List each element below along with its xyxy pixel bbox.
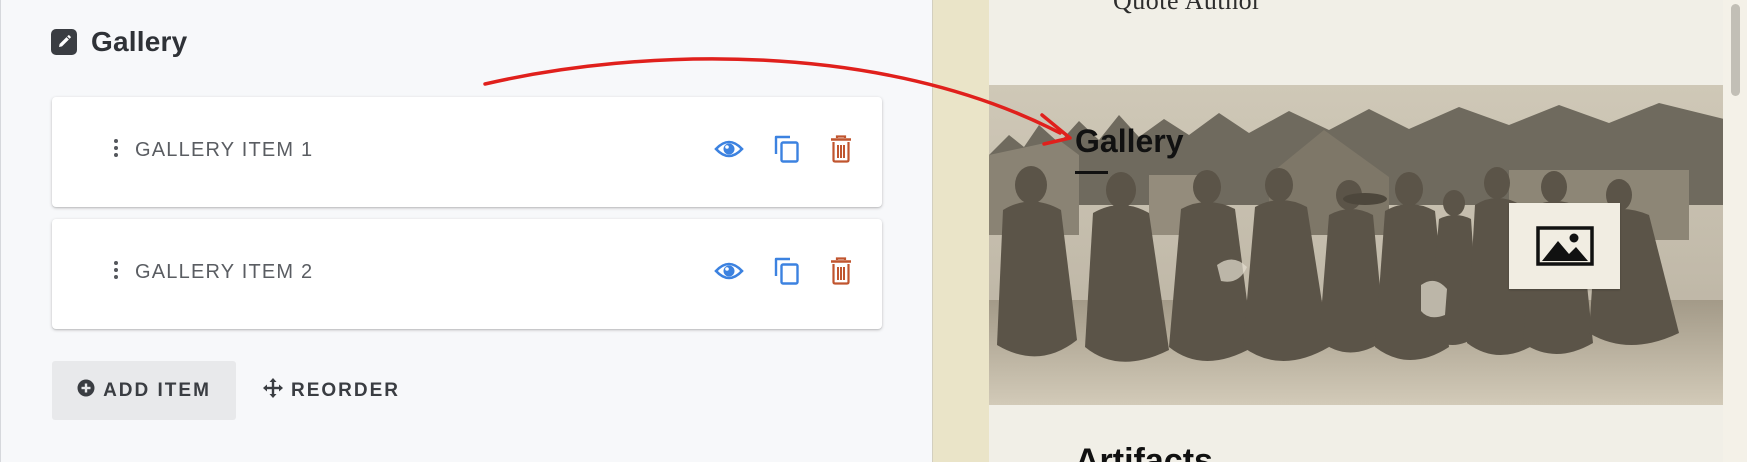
gallery-item-label[interactable]: GALLERY ITEM 2 xyxy=(135,261,313,284)
add-item-label: ADD ITEM xyxy=(103,379,211,401)
eye-visibility-icon[interactable] xyxy=(712,254,746,288)
reorder-label: REORDER xyxy=(291,379,401,401)
eye-visibility-icon[interactable] xyxy=(712,132,746,166)
editor-panel: Gallery GALLERY ITEM 1 GALLERY ITEM 2 AD… xyxy=(0,0,932,462)
add-item-button[interactable]: ADD ITEM xyxy=(52,361,236,420)
quote-author: Quote Author xyxy=(1113,0,1262,15)
duplicate-icon[interactable] xyxy=(770,132,804,166)
gallery-item-label[interactable]: GALLERY ITEM 1 xyxy=(135,139,313,162)
gallery-hero-section[interactable]: Gallery xyxy=(989,85,1724,405)
reorder-button[interactable]: REORDER xyxy=(263,361,400,420)
preview-panel: Quote Author Gallery Artifacts xyxy=(932,0,1747,462)
title-underline xyxy=(1075,171,1108,174)
trash-delete-icon[interactable] xyxy=(824,254,858,288)
plus-circle-icon xyxy=(77,379,95,402)
section-header: Gallery xyxy=(51,26,187,58)
gallery-item-card[interactable]: GALLERY ITEM 2 xyxy=(52,219,882,329)
pencil-edit-icon[interactable] xyxy=(51,29,77,55)
gallery-hero-title: Gallery xyxy=(1075,123,1184,159)
drag-handle-icon[interactable] xyxy=(114,261,118,279)
preview-scrollbar[interactable] xyxy=(1723,0,1747,462)
artifacts-section-title: Artifacts xyxy=(1075,442,1213,462)
gallery-item-card[interactable]: GALLERY ITEM 1 xyxy=(52,97,882,207)
move-arrows-icon xyxy=(263,378,283,403)
image-placeholder-icon[interactable] xyxy=(1509,203,1620,289)
section-title: Gallery xyxy=(91,26,188,57)
trash-delete-icon[interactable] xyxy=(824,132,858,166)
scrollbar-thumb[interactable] xyxy=(1731,4,1740,96)
drag-handle-icon[interactable] xyxy=(114,139,118,157)
duplicate-icon[interactable] xyxy=(770,254,804,288)
